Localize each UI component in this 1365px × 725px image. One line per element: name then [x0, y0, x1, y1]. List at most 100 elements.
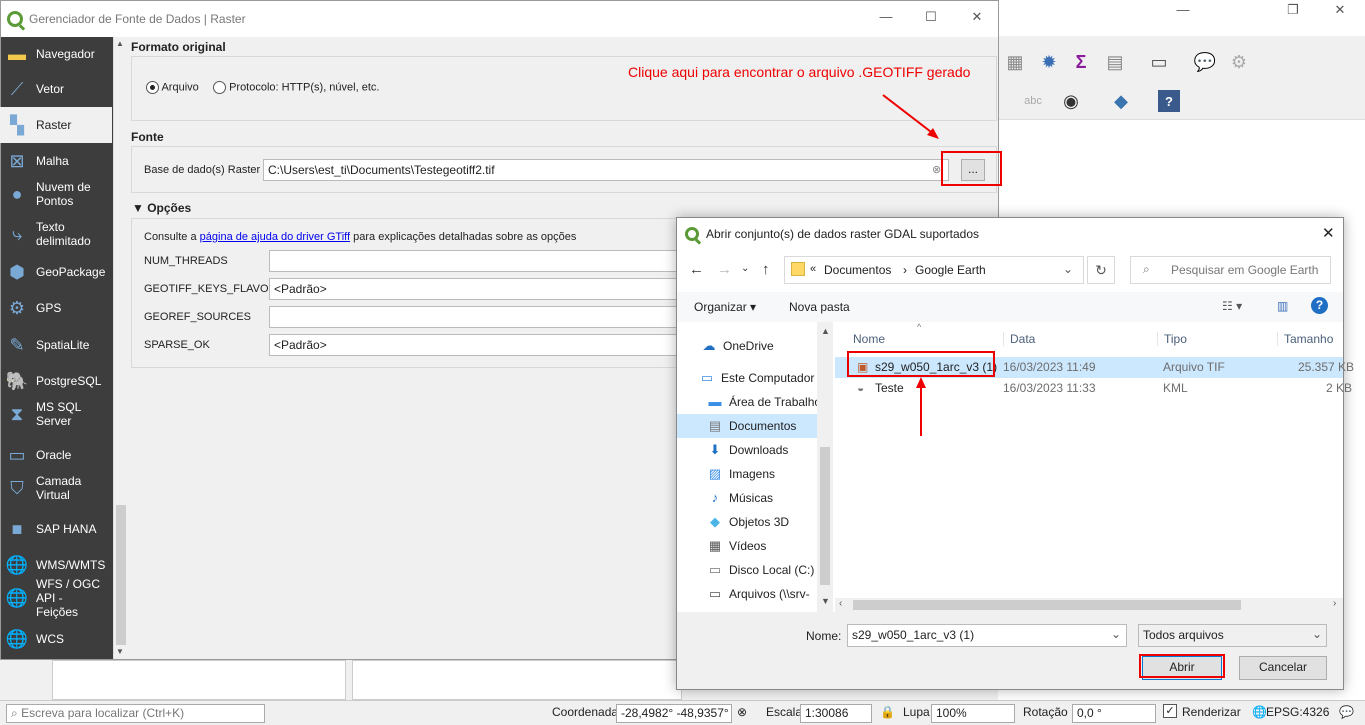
tree-item[interactable]: ☁ OneDrive	[677, 334, 817, 358]
forward-arrow-icon[interactable]: →	[717, 261, 732, 278]
raster-path-input[interactable]: C:\Users\est_ti\Documents\Testegeotiff2.…	[263, 159, 949, 181]
sidebar-item-gps[interactable]: ⚙ GPS	[0, 290, 112, 326]
view-options-icon[interactable]: ☷ ▾	[1222, 299, 1242, 313]
attribute-table-icon[interactable]: ▤	[1104, 51, 1126, 73]
cancel-button[interactable]: Cancelar	[1239, 656, 1327, 680]
option-input-georef-sources[interactable]	[269, 306, 689, 328]
annotation-icon[interactable]: 💬	[1194, 51, 1216, 73]
sidebar-item-point-cloud[interactable]: ● Nuvem de Pontos	[0, 172, 112, 216]
qgis-logo-icon	[685, 227, 699, 241]
list-hscrollbar[interactable]: ‹ ›	[835, 598, 1343, 612]
gear-icon[interactable]: ✹	[1038, 51, 1060, 73]
tree-item-label: Documentos	[729, 419, 797, 433]
file-size: 2 KB	[1326, 381, 1353, 395]
column-date[interactable]: Data	[1003, 332, 1035, 346]
chevron-down-icon[interactable]: ⌄	[741, 263, 749, 274]
close-icon[interactable]: ✕	[1322, 224, 1335, 242]
maximize-icon[interactable]: ☐	[916, 9, 946, 29]
tree-item[interactable]: ▨ Imagens	[677, 462, 817, 486]
ruler-icon[interactable]: ▭	[1148, 51, 1170, 73]
rotation-field[interactable]: 0,0 °	[1072, 704, 1156, 723]
table-icon[interactable]: ▦	[1004, 51, 1026, 73]
lock-icon[interactable]: 🔒	[880, 705, 895, 719]
tree-item[interactable]: ▭ Disco Local (C:)	[677, 558, 817, 582]
close-icon[interactable]: ✕	[962, 9, 992, 29]
sidebar-item-wfs[interactable]: 🌐 WFS / OGC API - Feições	[0, 576, 112, 620]
column-size[interactable]: Tamanho	[1277, 332, 1333, 346]
qgis-titlebar: — ❐ ✕	[998, 0, 1365, 36]
up-arrow-icon[interactable]: ↑	[762, 261, 770, 278]
tree-item[interactable]: ▦ Vídeos	[677, 534, 817, 558]
render-checkbox[interactable]: ✓	[1163, 704, 1177, 718]
close-icon[interactable]: ✕	[1325, 2, 1355, 22]
tree-item[interactable]: ▭ Este Computador	[677, 366, 817, 390]
sum-icon[interactable]: Σ	[1070, 51, 1092, 73]
breadcrumb-documentos[interactable]: Documentos	[824, 263, 891, 277]
address-bar[interactable]: « Documentos › Google Earth ⌄	[784, 256, 1084, 284]
options-heading[interactable]: ▼ Opções	[132, 201, 191, 215]
tree-scrollbar[interactable]: ▲ ▼	[817, 322, 833, 612]
sidebar-item-sap-hana[interactable]: ■ SAP HANA	[0, 511, 112, 547]
organize-button[interactable]: Organizar ▾	[694, 300, 756, 314]
sidebar-item-label: SpatiaLite	[36, 338, 90, 352]
chevron-down-icon[interactable]: ⌄	[1111, 627, 1121, 641]
back-arrow-icon[interactable]: ←	[689, 261, 704, 278]
sidebar-item-wcs[interactable]: 🌐 WCS	[0, 621, 112, 657]
tree-item[interactable]: ◆ Objetos 3D	[677, 510, 817, 534]
tree-item[interactable]: ♪ Músicas	[677, 486, 817, 510]
tree-item[interactable]: ▭ Arquivos (\\srv-	[677, 582, 817, 606]
coord-field[interactable]: -28,4982° -48,9357°	[616, 704, 732, 723]
sidebar-item-mssql[interactable]: ⧗ MS SQL Server	[0, 392, 112, 436]
sidebar-item-delimited-text[interactable]: ⤷ Texto delimitado	[0, 216, 112, 252]
file-search-input[interactable]: ⌕ Pesquisar em Google Earth	[1130, 256, 1331, 284]
sidebar-item-vector[interactable]: ⟋ Vetor	[0, 71, 112, 107]
tree-item[interactable]: ▤ Documentos	[677, 414, 817, 438]
label-icon[interactable]: abc	[1022, 90, 1044, 112]
refresh-icon[interactable]: ↻	[1087, 256, 1115, 284]
vector-icon: ⟋	[10, 78, 24, 99]
chevron-down-icon[interactable]: ⌄	[1063, 262, 1073, 276]
help-icon[interactable]: ?	[1158, 90, 1180, 112]
epsg-button[interactable]: EPSG:4326	[1266, 705, 1329, 719]
folder-icon	[791, 262, 805, 276]
sidebar-scrollbar[interactable]: ▲ ▼	[113, 37, 127, 659]
settings-icon[interactable]: ⚙	[1228, 51, 1250, 73]
locator-search-input[interactable]: ⌕ Escreva para localizar (Ctrl+K)	[6, 704, 265, 723]
mouse-crosshair-icon[interactable]: ⊗	[737, 705, 747, 719]
messages-icon[interactable]: 💬	[1339, 705, 1354, 719]
breadcrumb-overflow-icon[interactable]: «	[810, 263, 816, 275]
help-icon[interactable]: ?	[1311, 297, 1328, 314]
option-input-num-threads[interactable]	[269, 250, 689, 272]
sidebar-item-spatialite[interactable]: ✎ SpatiaLite	[0, 327, 112, 363]
minimize-icon[interactable]: —	[1168, 2, 1198, 22]
file-row[interactable]: ◒ Teste 16/03/2023 11:33 KML 2 KB	[835, 378, 1352, 399]
radio-protocolo[interactable]: Protocolo: HTTP(s), núvel, etc.	[213, 81, 379, 94]
sidebar-item-virtual-layer[interactable]: ⛉ Camada Virtual	[0, 466, 112, 510]
clear-field-icon[interactable]: ⊗	[932, 163, 941, 176]
sidebar-item-raster[interactable]: ▚ Raster	[0, 107, 112, 143]
scale-field[interactable]: 1:30086	[800, 704, 872, 723]
binoculars-icon[interactable]: ◉	[1060, 90, 1082, 112]
minimize-icon[interactable]: —	[871, 9, 901, 29]
option-select-geotiff-keys-flavor[interactable]: <Padrão>	[269, 278, 689, 300]
option-select-sparse-ok[interactable]: <Padrão>	[269, 334, 689, 356]
filename-input[interactable]: s29_w050_1arc_v3 (1)	[847, 624, 1127, 647]
gtiff-help-link[interactable]: página de ajuda do driver GTiff	[200, 231, 350, 243]
red-annotation-text: Clique aqui para encontrar o arquivo .GE…	[628, 64, 971, 80]
tree-item[interactable]: ▬ Área de Trabalho	[677, 390, 818, 414]
new-folder-button[interactable]: Nova pasta	[789, 300, 850, 314]
column-name[interactable]: Nome	[853, 332, 885, 346]
restore-icon[interactable]: ❐	[1278, 2, 1308, 22]
scale-label: Escala	[766, 705, 803, 719]
breadcrumb-google-earth[interactable]: Google Earth	[915, 263, 986, 277]
sidebar-item-geopackage[interactable]: ⬢ GeoPackage	[0, 254, 112, 290]
column-type[interactable]: Tipo	[1157, 332, 1187, 346]
python-icon[interactable]: ◆	[1110, 90, 1132, 112]
radio-arquivo[interactable]: Arquivo	[146, 81, 199, 94]
tree-item[interactable]: ⬇ Downloads	[677, 438, 817, 462]
preview-pane-icon[interactable]: ▥	[1277, 299, 1288, 313]
zoom-field[interactable]: 100%	[931, 704, 1015, 723]
chevron-down-icon[interactable]: ⌄	[1312, 627, 1322, 641]
sidebar-item-folder[interactable]: ▬ Navegador	[0, 36, 112, 72]
file-type-filter[interactable]: Todos arquivos	[1138, 624, 1327, 647]
